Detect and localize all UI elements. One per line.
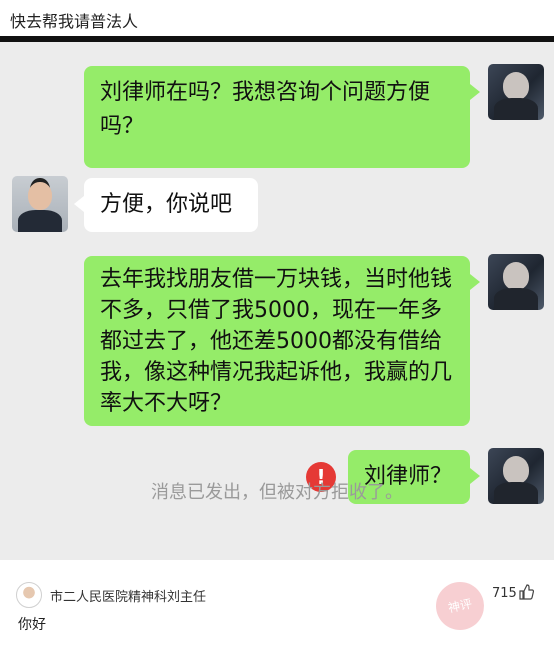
comment-author[interactable]: 市二人民医院精神科刘主任: [50, 586, 206, 605]
message-text: 去年我找朋友借一万块钱，当时他钱不多，只借了我5000，现在一年多都过去了，他还…: [100, 267, 453, 416]
comment-text: 你好: [18, 617, 46, 633]
message-text: 刘律师在吗？我想咨询个问题方便吗？: [100, 80, 431, 139]
message-text: 方便，你说吧: [100, 192, 233, 217]
avatar-me: [488, 64, 544, 120]
message-bubble-lawyer: 方便，你说吧: [74, 178, 258, 232]
system-rejected-note: 消息已发出，但被对方拒收了。: [151, 482, 403, 503]
like-count: 715: [492, 586, 517, 601]
thumbs-up-icon[interactable]: [518, 584, 534, 600]
avatar-me: [488, 254, 544, 310]
post-title: 快去帮我请普法人: [10, 12, 139, 31]
message-bubble-me: 刘律师在吗？我想咨询个问题方便吗？: [84, 66, 480, 168]
avatar-lawyer: [12, 176, 68, 232]
message-bubble-me: 去年我找朋友借一万块钱，当时他钱不多，只借了我5000，现在一年多都过去了，他还…: [84, 256, 480, 426]
avatar[interactable]: [16, 582, 42, 608]
